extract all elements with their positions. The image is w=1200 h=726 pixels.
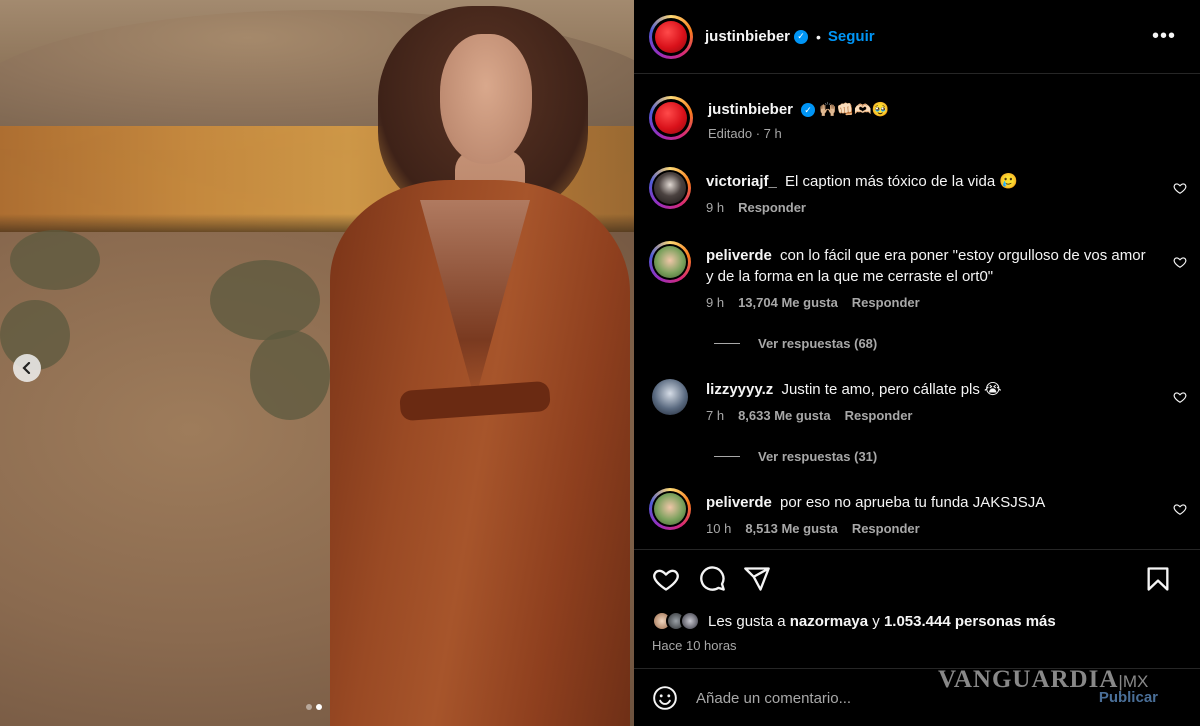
comment-like-count[interactable]: 13,704 Me gusta [738, 295, 838, 310]
replies-line [714, 343, 740, 344]
post-action-bar [652, 565, 1182, 595]
comment-like-count[interactable]: 8,633 Me gusta [738, 408, 831, 423]
avatar-image [654, 246, 686, 278]
comment-username[interactable]: victoriajf_ [706, 173, 777, 190]
author-avatar[interactable] [649, 14, 693, 59]
liker-username[interactable]: nazormaya [790, 613, 868, 630]
photo-shrub [10, 230, 100, 290]
watermark-suffix: MX [1122, 672, 1149, 691]
liker-avatars [652, 611, 700, 631]
avatar-image [652, 379, 688, 415]
share-icon[interactable] [743, 565, 771, 593]
comment-item: victoriajf_ El caption más tóxico de la … [649, 167, 1189, 215]
comment-text: Justin te amo, pero cállate pls 😭 [781, 381, 1002, 398]
replies-line [714, 456, 740, 457]
comment-icon[interactable] [698, 565, 726, 593]
view-replies-label[interactable]: Ver respuestas (31) [758, 449, 877, 464]
caption-meta: Editado · 7 h [708, 126, 782, 141]
likes-connector: y [872, 612, 880, 630]
comment-time[interactable]: 10 h [706, 521, 731, 536]
comment-text: por eso no aprueba tu funda JAKSJSJA [780, 494, 1046, 511]
chevron-left-icon[interactable] [13, 354, 41, 382]
comment-like-heart-icon[interactable] [1173, 181, 1187, 195]
avatar-image [654, 172, 686, 204]
photo-shrub [250, 330, 330, 420]
post-timestamp[interactable]: Hace 10 horas [652, 638, 737, 653]
carousel-dot [306, 704, 312, 710]
carousel-dot-active [316, 704, 322, 710]
comment-time[interactable]: 9 h [706, 200, 724, 215]
follow-button[interactable]: Seguir [828, 28, 875, 45]
reply-button[interactable]: Responder [852, 295, 920, 310]
watermark-brand: VANGUARDIA [938, 666, 1119, 693]
likes-summary[interactable]: Les gusta a nazormaya y 1.053.444 person… [652, 611, 1056, 631]
comment-like-count[interactable]: 8,513 Me gusta [745, 521, 838, 536]
comment-username[interactable]: peliverde [706, 247, 772, 264]
comment-like-heart-icon[interactable] [1173, 502, 1187, 516]
post-header: justinbieber ✓ • Seguir ••• [634, 0, 1200, 74]
comment-like-heart-icon[interactable] [1173, 390, 1187, 404]
verified-badge-icon: ✓ [801, 103, 816, 118]
heart-icon[interactable] [652, 565, 680, 593]
comment-item: peliverde por eso no aprueba tu funda JA… [649, 488, 1189, 536]
liker-avatar [680, 611, 700, 631]
comment-username[interactable]: lizzyyyy.z [706, 381, 773, 398]
reply-button[interactable]: Responder [738, 200, 806, 215]
watermark-logo: VANGUARDIA|MX [938, 666, 1149, 693]
caption-text: 🙌🏼👊🏻🫶🏻🥹 [819, 101, 889, 117]
reply-button[interactable]: Responder [845, 408, 913, 423]
more-options-icon[interactable]: ••• [1152, 26, 1176, 46]
commenter-avatar[interactable] [649, 167, 691, 209]
avatar-image [655, 20, 687, 53]
avatar-image [655, 102, 687, 134]
comment-username[interactable]: peliverde [706, 494, 772, 511]
author-username[interactable]: justinbieber [705, 28, 790, 45]
comment-text: El caption más tóxico de la vida 🥲 [785, 173, 1019, 190]
comment-time[interactable]: 9 h [706, 295, 724, 310]
bookmark-icon[interactable] [1144, 565, 1172, 593]
comment-item: lizzyyyy.z Justin te amo, pero cállate p… [649, 376, 1189, 423]
post-caption: justinbieber ✓ 🙌🏼👊🏻🫶🏻🥹 Editado · 7 h [649, 96, 1189, 141]
carousel-dots [306, 704, 322, 710]
avatar-image [654, 493, 686, 525]
commenter-avatar[interactable] [649, 241, 691, 283]
likes-prefix: Les gusta a [708, 612, 786, 630]
emoji-icon[interactable] [652, 685, 678, 711]
commenter-avatar[interactable] [649, 376, 691, 418]
comment-like-heart-icon[interactable] [1173, 255, 1187, 269]
post-photo [0, 0, 634, 726]
photo-face [440, 34, 532, 164]
likes-count[interactable]: 1.053.444 personas más [884, 613, 1056, 630]
photo-shrub [210, 260, 320, 340]
view-replies-button[interactable]: Ver respuestas (31) [714, 449, 877, 464]
commenter-avatar[interactable] [649, 488, 691, 530]
post-side-panel: justinbieber ✓ • Seguir ••• justinbieber… [634, 0, 1200, 726]
view-replies-button[interactable]: Ver respuestas (68) [714, 336, 877, 351]
verified-badge-icon: ✓ [794, 29, 809, 44]
reply-button[interactable]: Responder [852, 521, 920, 536]
caption-avatar[interactable] [649, 96, 693, 140]
comment-time[interactable]: 7 h [706, 408, 724, 423]
separator-dot: • [816, 28, 821, 45]
caption-username[interactable]: justinbieber [708, 101, 793, 118]
view-replies-label[interactable]: Ver respuestas (68) [758, 336, 877, 351]
actions-divider [634, 549, 1200, 550]
comment-item: peliverde con lo fácil que era poner "es… [649, 241, 1189, 310]
